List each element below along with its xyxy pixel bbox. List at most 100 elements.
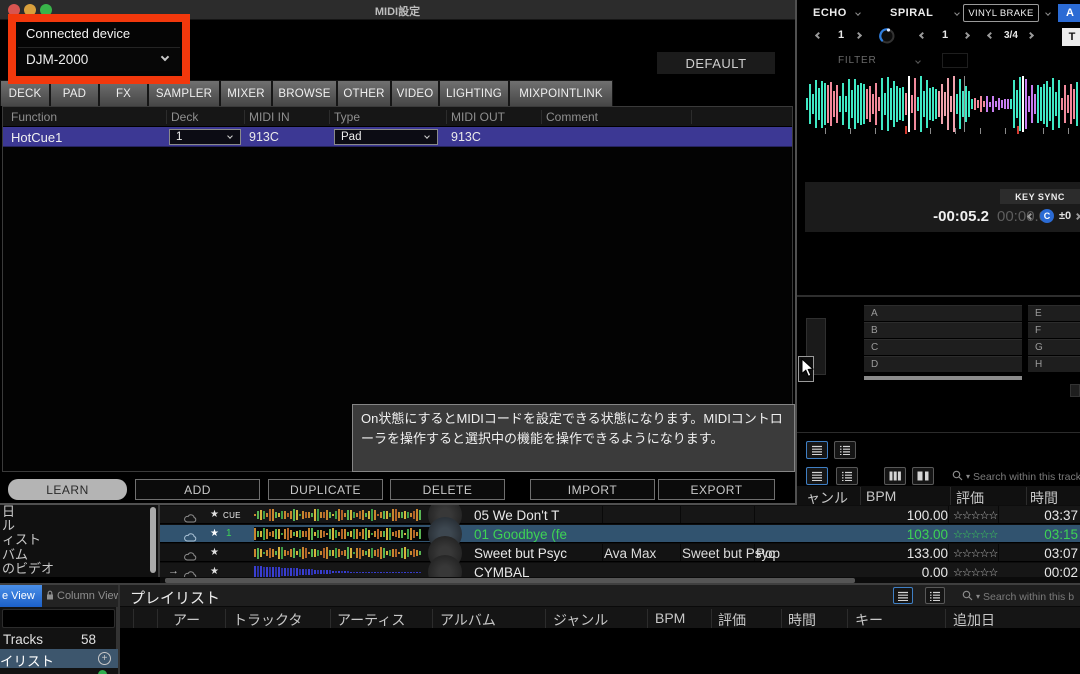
detail-list-icon[interactable] [925,587,945,604]
hot-cue-marker[interactable] [905,126,907,134]
mapping-row-selected[interactable]: HotCue1 1 913C Pad 913C [3,127,792,147]
default-button[interactable]: DEFAULT [657,52,775,74]
sidebar-filter-box[interactable] [2,609,115,628]
list-view-icon[interactable] [806,467,828,485]
midi-info-box: On状態にするとMIDIコードを設定できる状態になります。MIDIコントローラを… [352,404,795,472]
star-icon[interactable]: ★ [210,547,219,558]
col-genre[interactable]: ジャンル [553,610,608,630]
mapping-function: HotCue1 [11,130,62,145]
cue-bank-scrollbar[interactable] [864,376,1022,380]
track-search-input[interactable]: ▾ Search within this track [952,469,1080,484]
star-icon[interactable]: ★ [210,528,219,539]
connected-device-select[interactable]: DJM-2000 [18,47,180,71]
fx1-select[interactable]: ECHO [813,7,847,19]
hot-cue-slot[interactable]: A [864,305,1022,321]
col-rating[interactable]: 評価 [718,610,746,630]
track-title: 01 Goodbye (fe [474,527,567,542]
track-row[interactable]: ★ CUE 05 We Don't T 100.00 ☆☆☆☆☆ 03:37 [160,506,1080,524]
hot-cue-slot[interactable]: F [1028,322,1080,338]
col-midi-in[interactable]: MIDI IN [249,110,290,124]
col-artwork[interactable]: アー [173,610,200,630]
col-date-added[interactable]: 追加日 [953,610,995,630]
hot-cue-marker[interactable] [1017,126,1019,134]
fx-knob-icon[interactable] [878,27,896,50]
sidebar-item-tracks[interactable]: Tracks 58 [0,631,118,649]
track-rating[interactable]: ☆☆☆☆☆ [953,566,997,577]
tab-mixer[interactable]: MIXER [220,80,272,106]
col-time[interactable]: 時間 [788,610,816,630]
fx2-select[interactable]: SPIRAL [890,7,933,19]
sidebar-item[interactable]: のビデオ [0,562,158,576]
sidebar-item[interactable]: ィスト [0,533,158,547]
col-album[interactable]: アルバム [440,610,496,630]
track-row[interactable]: ★ Sweet but Psyc Ava Max Sweet but Psyc … [160,544,1080,562]
hot-cue-slot[interactable]: D [864,356,1022,372]
duplicate-button[interactable]: DUPLICATE [268,479,383,500]
main-waveform[interactable] [806,76,1078,132]
tab-column-view[interactable]: Column View [42,585,118,607]
delete-button[interactable]: DELETE [390,479,505,500]
split-view-icon[interactable] [912,467,934,485]
learn-button[interactable]: LEARN [8,479,127,500]
export-button[interactable]: EXPORT [658,479,775,500]
hot-cue-slot[interactable]: C [864,339,1022,355]
col-type[interactable]: Type [334,110,360,124]
add-button[interactable]: ADD [135,479,260,500]
track-row[interactable]: → ★ CYMBAL 0.00 ☆☆☆☆☆ 00:02 [160,563,1080,577]
track-rating[interactable]: ☆☆☆☆☆ [953,528,997,541]
tab-tree-view[interactable]: e View [0,585,42,607]
tab-video[interactable]: VIDEO [391,80,439,106]
track-rating[interactable]: ☆☆☆☆☆ [953,509,997,522]
hot-cue-slot[interactable]: B [864,322,1022,338]
fx3-select[interactable]: VINYL BRAKE [963,4,1039,22]
tab-other[interactable]: OTHER [337,80,391,106]
tab-lighting[interactable]: LIGHTING [439,80,509,106]
sidebar-item[interactable]: 日 [0,505,158,519]
star-icon[interactable]: ★ [210,566,219,577]
midi-out-value: 913C [451,130,481,144]
star-icon[interactable]: ★ [210,509,219,520]
track-row-selected[interactable]: ★ 1 01 Goodbye (fe 103.00 ☆☆☆☆☆ 03:15 [160,525,1080,543]
col-key[interactable]: キー [855,610,883,630]
detail-list-icon[interactable] [836,467,858,485]
track-rating[interactable]: ☆☆☆☆☆ [953,547,997,560]
playlist-columns: アー トラックタ アーティス アルバム ジャンル BPM 評価 時間 キー 追加… [120,607,1080,630]
tab-mixpointlink[interactable]: MIXPOINTLINK [509,80,613,106]
detail-list-icon[interactable] [834,441,856,459]
chevron-down-icon [161,53,169,61]
type-select[interactable]: Pad [334,129,438,145]
col-bpm[interactable]: BPM [655,610,685,626]
chevron-down-icon [424,133,430,139]
fx-assign-button[interactable]: A [1058,4,1080,22]
import-button[interactable]: IMPORT [530,479,655,500]
col-artist[interactable]: アーティス [337,610,405,630]
sidebar-item-playlist-selected[interactable]: イリスト + [0,649,118,668]
col-track-title[interactable]: トラックタ [233,610,302,630]
tap-button[interactable]: T [1062,28,1080,46]
add-playlist-icon[interactable]: + [98,652,111,665]
sidebar-item-partial[interactable] [0,668,118,674]
hot-cue-slot[interactable]: G [1028,339,1080,355]
sidebar-item[interactable]: ル [0,519,158,533]
header-bpm[interactable]: BPM [866,488,896,504]
sidebar-item[interactable]: バム [0,548,158,562]
col-deck[interactable]: Deck [171,110,198,124]
list-view-icon[interactable] [893,587,913,604]
column-view-icon[interactable] [884,467,906,485]
connected-device-label: Connected device [26,26,130,41]
key-sync-button[interactable]: KEY SYNC [1000,189,1080,204]
tab-browse[interactable]: BROWSE [272,80,337,106]
col-midi-out[interactable]: MIDI OUT [451,110,505,124]
deck-select[interactable]: 1 [169,129,241,145]
playhead-line [1022,76,1024,132]
track-list: ★ CUE 05 We Don't T 100.00 ☆☆☆☆☆ 03:37 ★… [160,505,1080,577]
hot-cue-slot[interactable]: H [1028,356,1080,372]
sidebar-scrollbar[interactable] [150,507,156,573]
filter-select[interactable]: FILTER [838,55,877,66]
playlist-search-input[interactable]: ▾ Search within this b [962,589,1080,604]
col-comment[interactable]: Comment [546,110,598,124]
track-bpm: 100.00 [800,508,948,523]
list-view-icon[interactable] [806,441,828,459]
hot-cue-slot[interactable]: E [1028,305,1080,321]
col-function[interactable]: Function [11,110,57,124]
